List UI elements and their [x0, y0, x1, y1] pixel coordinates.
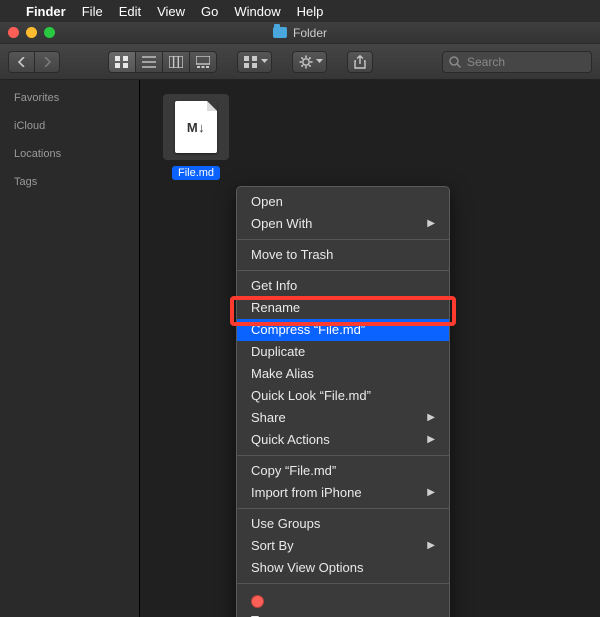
sidebar-section-locations[interactable]: Locations [0, 144, 139, 164]
context-menu-item[interactable]: Copy “File.md” [237, 460, 449, 482]
arrange-group [237, 51, 272, 73]
context-menu-item[interactable]: Open [237, 191, 449, 213]
context-menu-item[interactable]: Quick Look “File.md” [237, 385, 449, 407]
menu-go[interactable]: Go [201, 4, 218, 19]
context-menu-tags[interactable]: Tags… [237, 588, 449, 617]
tag-color-dot[interactable] [251, 595, 264, 608]
context-menu: Open Open With ▶ Move to Trash Get Info Renam… [236, 186, 450, 617]
context-menu-item[interactable]: Sort By ▶ [237, 535, 449, 557]
action-group [292, 51, 327, 73]
menu-window[interactable]: Window [234, 4, 280, 19]
menu-help[interactable]: Help [297, 4, 324, 19]
search-icon [449, 56, 461, 68]
share-button[interactable] [347, 51, 373, 73]
context-menu-separator [237, 508, 449, 509]
toolbar: Search [0, 44, 600, 80]
context-menu-item-label: Share [251, 409, 286, 427]
context-menu-item-label: Sort By [251, 537, 294, 555]
context-menu-item-label: Open [251, 193, 283, 211]
context-menu-item-label: Quick Look “File.md” [251, 387, 371, 405]
folder-icon [273, 27, 287, 38]
context-menu-item[interactable]: Use Groups [237, 513, 449, 535]
submenu-arrow-icon: ▶ [427, 215, 435, 233]
context-menu-item[interactable]: Compress “File.md” [237, 319, 449, 341]
app-menu[interactable]: Finder [26, 4, 66, 19]
context-menu-item-label: Rename [251, 299, 300, 317]
search-placeholder: Search [467, 55, 505, 69]
view-mode-group [108, 51, 217, 73]
view-icon-button[interactable] [108, 51, 135, 73]
context-menu-item[interactable]: Make Alias [237, 363, 449, 385]
file-thumbnail: M↓ [163, 94, 229, 160]
view-gallery-button[interactable] [189, 51, 217, 73]
view-column-button[interactable] [162, 51, 189, 73]
system-menubar: Finder File Edit View Go Window Help [0, 0, 600, 22]
context-menu-item[interactable]: Get Info [237, 275, 449, 297]
context-menu-item[interactable]: Quick Actions ▶ [237, 429, 449, 451]
context-menu-separator [237, 270, 449, 271]
file-badge: M↓ [187, 120, 205, 135]
submenu-arrow-icon: ▶ [427, 537, 435, 555]
context-menu-item[interactable]: Show View Options [237, 557, 449, 579]
window-title-text: Folder [293, 26, 327, 40]
context-menu-item[interactable]: Import from iPhone ▶ [237, 482, 449, 504]
context-menu-item-label: Copy “File.md” [251, 462, 336, 480]
search-field[interactable]: Search [442, 51, 592, 73]
context-menu-separator [237, 239, 449, 240]
sidebar: Favorites iCloud Locations Tags [0, 80, 140, 617]
action-button[interactable] [292, 51, 327, 73]
context-menu-item[interactable]: Move to Trash [237, 244, 449, 266]
context-menu-item-label: Quick Actions [251, 431, 330, 449]
markdown-file-icon: M↓ [175, 101, 217, 153]
context-menu-item-label: Tags… [251, 613, 291, 617]
sidebar-section-icloud[interactable]: iCloud [0, 116, 139, 136]
arrange-button[interactable] [237, 51, 272, 73]
context-menu-item-label: Show View Options [251, 559, 364, 577]
context-menu-item-label: Import from iPhone [251, 484, 362, 502]
menu-file[interactable]: File [82, 4, 103, 19]
submenu-arrow-icon: ▶ [427, 409, 435, 427]
context-menu-separator [237, 583, 449, 584]
context-menu-item-label: Get Info [251, 277, 297, 295]
context-menu-item[interactable]: Duplicate [237, 341, 449, 363]
submenu-arrow-icon: ▶ [427, 484, 435, 502]
context-menu-separator [237, 455, 449, 456]
context-menu-item-label: Compress “File.md” [251, 321, 365, 339]
context-menu-item-label: Use Groups [251, 515, 320, 533]
context-menu-item[interactable]: Share ▶ [237, 407, 449, 429]
file-name-label[interactable]: File.md [172, 166, 220, 180]
file-item[interactable]: M↓ File.md [156, 94, 236, 180]
context-menu-item-label: Move to Trash [251, 246, 333, 264]
nav-group [8, 51, 60, 73]
context-menu-item-label: Open With [251, 215, 312, 233]
forward-button[interactable] [34, 51, 60, 73]
sidebar-section-favorites[interactable]: Favorites [0, 88, 139, 108]
menu-edit[interactable]: Edit [119, 4, 141, 19]
back-button[interactable] [8, 51, 34, 73]
sidebar-section-tags[interactable]: Tags [0, 172, 139, 192]
titlebar: Folder [0, 22, 600, 44]
submenu-arrow-icon: ▶ [427, 431, 435, 449]
context-menu-item-label: Make Alias [251, 365, 314, 383]
context-menu-item-label: Duplicate [251, 343, 305, 361]
finder-window: Folder [0, 22, 600, 617]
context-menu-item[interactable]: Rename [237, 297, 449, 319]
window-title: Folder [0, 26, 600, 40]
menu-view[interactable]: View [157, 4, 185, 19]
view-list-button[interactable] [135, 51, 162, 73]
context-menu-item[interactable]: Open With ▶ [237, 213, 449, 235]
